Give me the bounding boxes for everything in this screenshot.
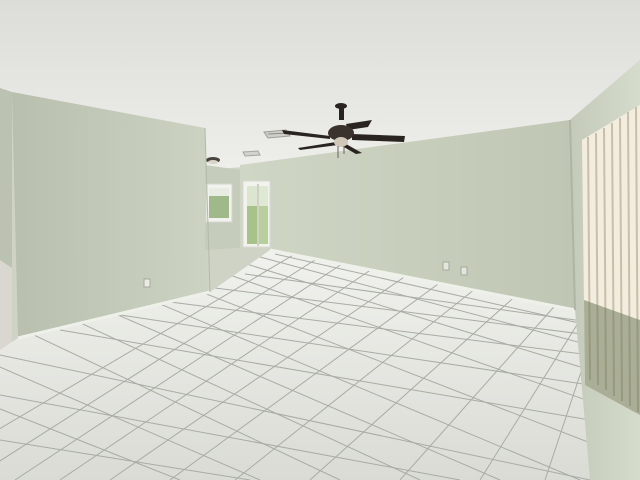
electrical-outlet	[460, 266, 468, 276]
sliding-door	[242, 180, 271, 248]
left-doorway	[0, 260, 12, 350]
room-photo	[0, 0, 640, 480]
hallway-window	[205, 183, 233, 223]
electrical-outlet	[442, 261, 450, 271]
small-vent	[242, 150, 261, 157]
electrical-outlet	[143, 278, 151, 288]
room-scene	[0, 0, 640, 480]
window-blinds	[582, 105, 640, 415]
